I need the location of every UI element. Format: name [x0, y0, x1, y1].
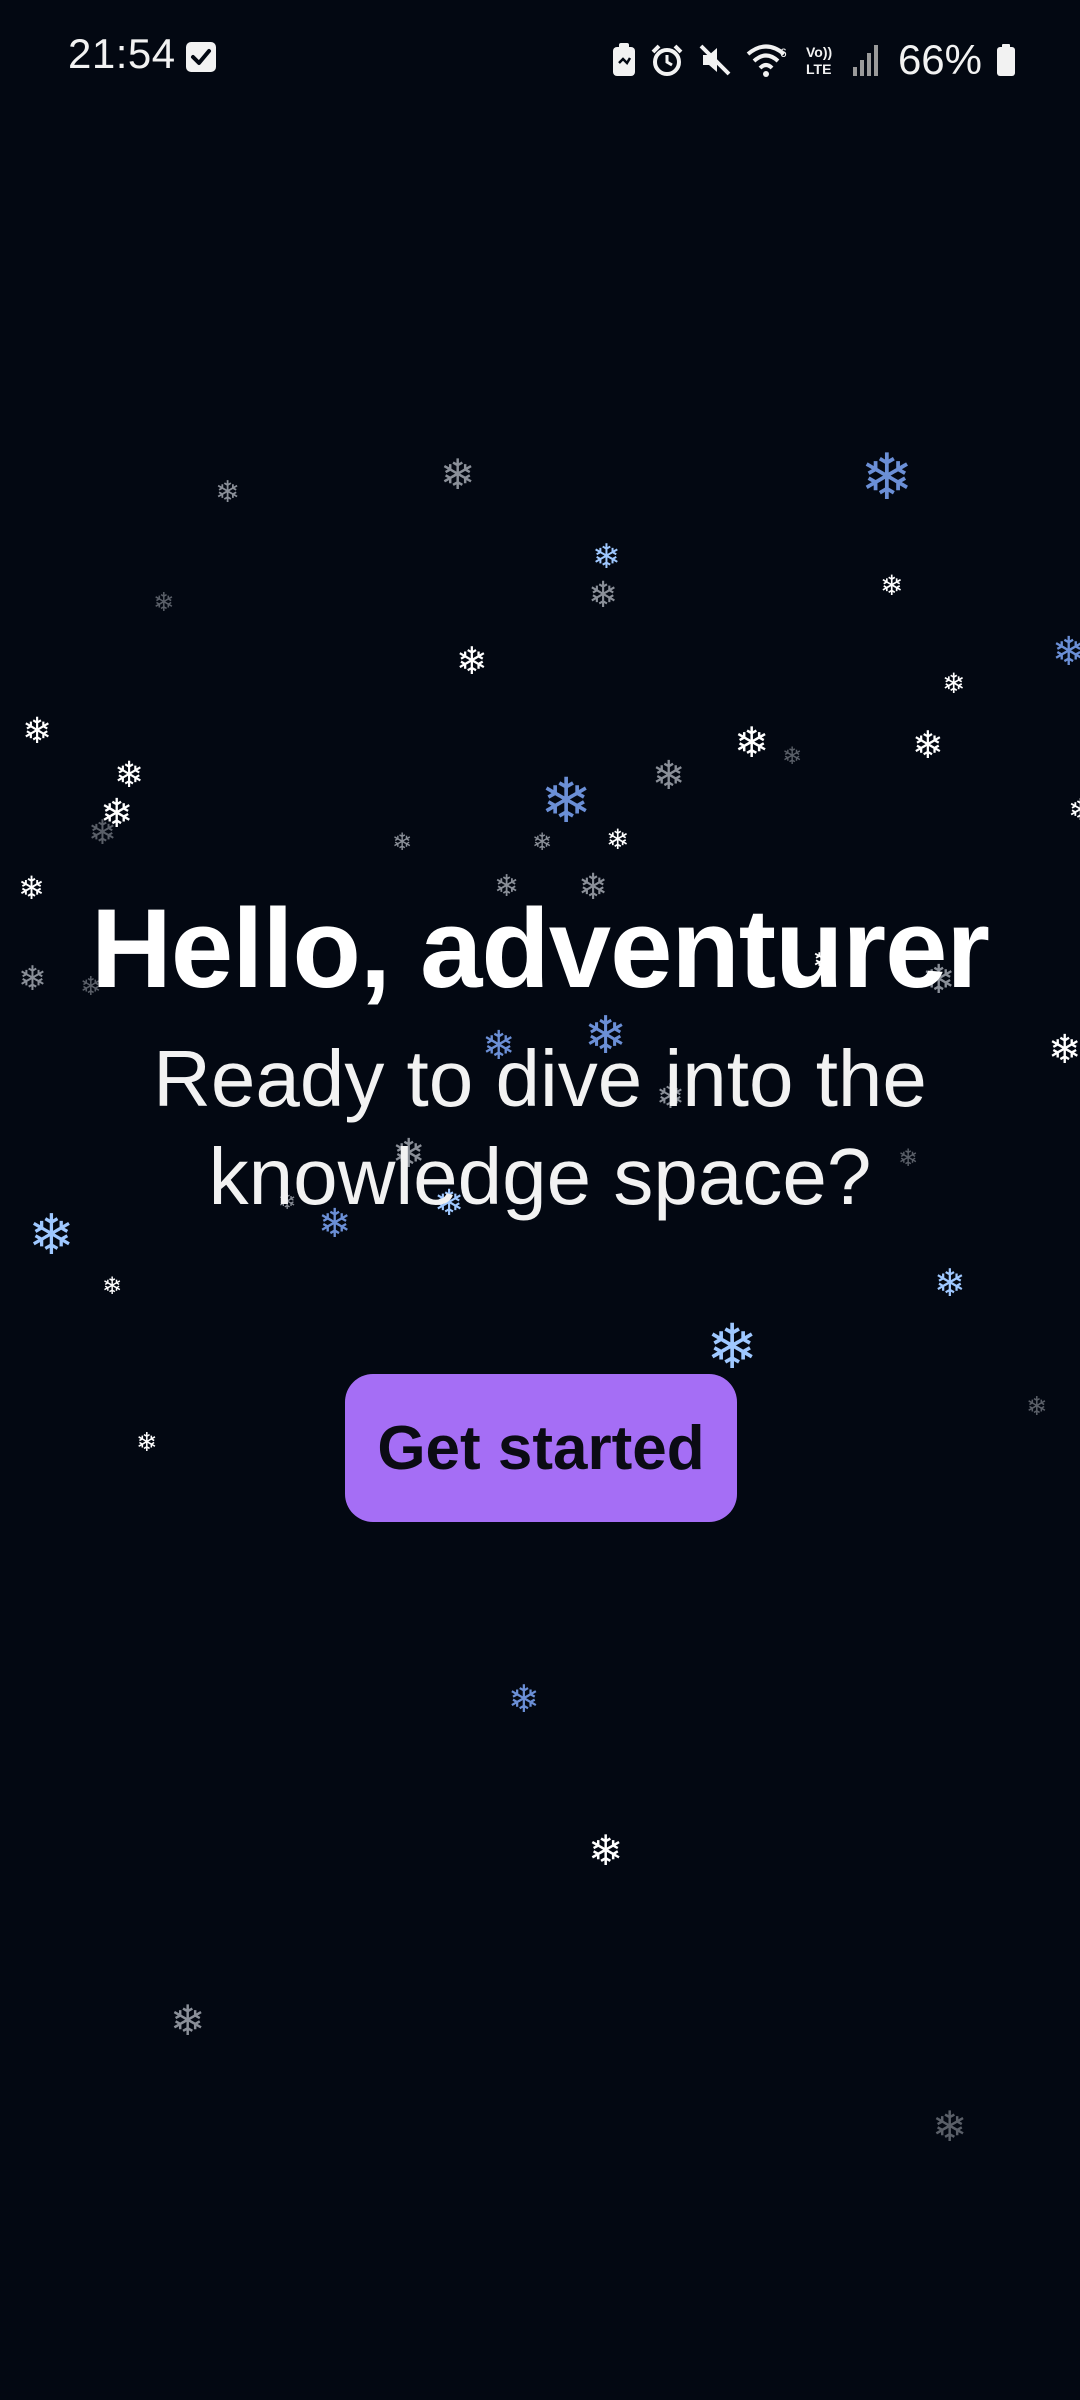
- status-time: 21:54: [68, 30, 176, 77]
- snowflake-icon: ❄: [860, 441, 914, 515]
- status-bar: 21:54 6 Vo)) LTE 66%: [0, 0, 1080, 120]
- snowflake-icon: ❄: [880, 569, 904, 602]
- snowflake-icon: ❄: [652, 753, 686, 799]
- snowflake-icon: ❄: [508, 1677, 540, 1721]
- snowflake-icon: ❄: [170, 1996, 206, 2045]
- welcome-headline: Hello, adventurer: [91, 886, 990, 1011]
- status-icons: 6 Vo)) LTE 66%: [612, 36, 1016, 84]
- snowflake-icon: ❄: [22, 711, 53, 752]
- snowflake-icon: ❄: [1068, 796, 1080, 826]
- snowflake-icon: ❄: [392, 828, 413, 856]
- snowflake-icon: ❄: [706, 1310, 758, 1383]
- snowflake-icon: ❄: [942, 667, 966, 700]
- svg-text:6: 6: [780, 46, 787, 60]
- snowflake-icon: ❄: [114, 755, 145, 796]
- welcome-subtitle: Ready to dive into the knowledge space?: [153, 1034, 927, 1221]
- snowflake-icon: ❄: [588, 1826, 624, 1875]
- snowflake-icon: ❄: [592, 537, 621, 577]
- snowflake-icon: ❄: [1052, 629, 1080, 675]
- snowflake-icon: ❄: [932, 2102, 968, 2151]
- volte-icon: Vo)) LTE: [804, 43, 838, 77]
- mute-icon: [698, 43, 732, 77]
- snowflake-icon: ❄: [734, 718, 770, 767]
- snowflake-icon: ❄: [1026, 1392, 1048, 1422]
- wifi-icon: 6: [746, 43, 790, 77]
- get-started-button[interactable]: Get started: [345, 1374, 737, 1522]
- snowflake-icon: ❄: [912, 723, 944, 767]
- snowflake-icon: ❄: [934, 1261, 966, 1305]
- snowflake-icon: ❄: [28, 1203, 75, 1268]
- battery-percent: 66%: [897, 36, 982, 83]
- snowflake-icon: ❄: [88, 813, 117, 853]
- snowflake-icon: ❄: [1048, 1027, 1080, 1073]
- snowflake-icon: ❄: [136, 1428, 158, 1458]
- clipboard-icon: [612, 43, 636, 77]
- snowflake-icon: ❄: [440, 450, 476, 499]
- snowflake-icon: ❄: [456, 639, 488, 683]
- battery-icon: [996, 43, 1016, 77]
- svg-text:LTE: LTE: [806, 61, 831, 77]
- snowflake-icon: ❄: [782, 742, 803, 770]
- snowflake-icon: ❄: [153, 588, 175, 618]
- alarm-icon: [650, 43, 684, 77]
- svg-text:Vo)): Vo)): [806, 44, 832, 60]
- signal-icon: [852, 43, 880, 77]
- snowflake-icon: ❄: [606, 823, 630, 856]
- snowflake-icon: ❄: [100, 791, 134, 837]
- welcome-screen: 21:54 6 Vo)) LTE 66% ❄ ❄ ❄ ❄ ❄ ❄ ❄ ❄ ❄ ❄…: [0, 0, 1080, 2400]
- snowflake-icon: ❄: [102, 1272, 123, 1300]
- snowflake-icon: ❄: [532, 828, 553, 856]
- check-square-icon: [186, 42, 216, 72]
- snowflake-icon: ❄: [588, 575, 619, 616]
- snowflake-icon: ❄: [540, 764, 592, 837]
- snowflake-icon: ❄: [215, 475, 241, 510]
